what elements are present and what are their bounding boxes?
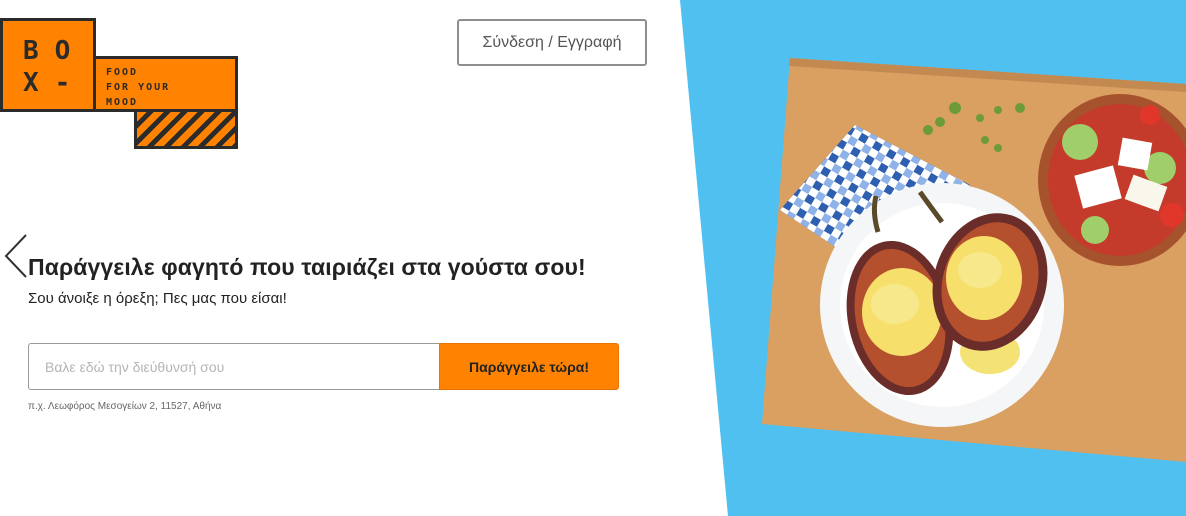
chevron-left-icon[interactable] <box>2 232 30 280</box>
logo-tagline-box: FOOD FOR YOUR MOOD <box>96 56 238 112</box>
address-form: Παράγγειλε τώρα! <box>28 343 619 390</box>
page-subtitle: Σου άνοιξε η όρεξη; Πες μας που είσαι! <box>28 290 287 307</box>
address-example-hint: π.χ. Λεωφόρος Μεσογείων 2, 11527, Αθήνα <box>28 401 222 412</box>
logo-tagline: FOOD FOR YOUR MOOD <box>106 67 171 108</box>
login-register-button[interactable]: Σύνδεση / Εγγραφή <box>457 19 647 66</box>
order-now-button[interactable]: Παράγγειλε τώρα! <box>439 343 619 390</box>
address-input[interactable] <box>28 343 439 390</box>
page-title: Παράγγειλε φαγητό που ταιριάζει στα γούσ… <box>28 254 586 280</box>
logo-letters: BO X- <box>23 36 87 98</box>
logo-letters-box: BO X- <box>0 18 96 112</box>
hero-food-image <box>680 0 1186 516</box>
logo-stripes <box>134 112 238 149</box>
box-logo[interactable]: BO X- FOOD FOR YOUR MOOD <box>0 18 240 150</box>
